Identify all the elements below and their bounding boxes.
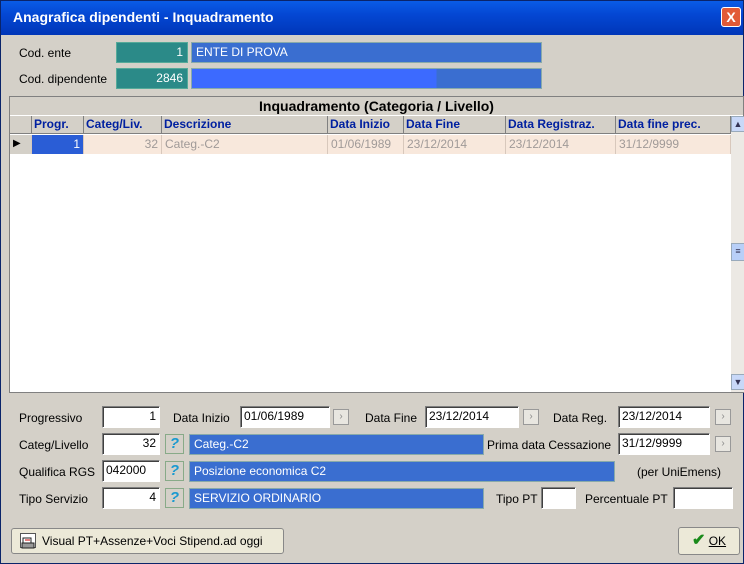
visual-pt-button[interactable]: Visual PT+Assenze+Voci Stipend.ad oggi xyxy=(11,528,284,554)
cell-descrizione[interactable]: Categ.-C2 xyxy=(162,135,328,154)
categ-description-field: Categ.-C2 xyxy=(189,434,484,455)
progressivo-label: Progressivo xyxy=(19,411,83,425)
inquadramento-grid[interactable]: Inquadramento (Categoria / Livello) Prog… xyxy=(9,96,744,393)
col-data-registraz[interactable]: Data Registraz. xyxy=(506,116,616,134)
scroll-up-icon[interactable]: ▲ xyxy=(731,116,744,132)
tipo-servizio-label: Tipo Servizio xyxy=(19,492,88,506)
scroll-thumb[interactable]: ≡ xyxy=(731,243,744,261)
prima-cessazione-picker-icon[interactable]: › xyxy=(715,436,731,452)
data-reg-picker-icon[interactable]: › xyxy=(715,409,731,425)
scroll-down-icon[interactable]: ▼ xyxy=(731,374,744,390)
main-window: Anagrafica dipendenti - Inquadramento X … xyxy=(0,0,744,564)
data-fine-field[interactable]: 23/12/2014 xyxy=(425,406,519,428)
data-reg-label: Data Reg. xyxy=(553,411,608,425)
vertical-scrollbar[interactable]: ▲ ≡ ▼ xyxy=(731,116,744,392)
uniemens-label: (per UniEmens) xyxy=(637,465,722,479)
cell-data-registraz[interactable]: 23/12/2014 xyxy=(506,135,616,154)
qualifica-lookup-help-icon[interactable]: ? xyxy=(165,461,184,481)
tipo-servizio-description-field: SERVIZIO ORDINARIO xyxy=(189,488,484,509)
qualifica-field[interactable]: 042000 xyxy=(102,460,160,482)
categ-field[interactable]: 32 xyxy=(102,433,160,455)
tipo-pt-field[interactable] xyxy=(541,487,576,509)
visual-pt-label: Visual PT+Assenze+Voci Stipend.ad oggi xyxy=(42,534,263,548)
tipo-servizio-field[interactable]: 4 xyxy=(102,487,160,509)
col-data-fine-prec[interactable]: Data fine prec. xyxy=(616,116,731,134)
title-bar[interactable]: Anagrafica dipendenti - Inquadramento X xyxy=(1,1,743,35)
cell-data-inizio[interactable]: 01/06/1989 xyxy=(328,135,404,154)
col-progr[interactable]: Progr. xyxy=(32,116,84,134)
close-button[interactable]: X xyxy=(721,7,741,27)
data-inizio-field[interactable]: 01/06/1989 xyxy=(240,406,330,428)
grid-indicator-header xyxy=(10,116,32,134)
col-data-fine[interactable]: Data Fine xyxy=(404,116,506,134)
grid-title: Inquadramento (Categoria / Livello) xyxy=(10,97,743,115)
progressivo-field[interactable]: 1 xyxy=(102,406,160,428)
tipo-pt-label: Tipo PT xyxy=(496,492,538,506)
prima-cessazione-field[interactable]: 31/12/9999 xyxy=(618,433,710,455)
prima-cessazione-label: Prima data Cessazione xyxy=(487,438,612,452)
dipendente-name-field xyxy=(191,68,542,89)
dipendente-label: Cod. dipendente xyxy=(19,72,108,86)
row-indicator-icon: ▶ xyxy=(10,135,32,154)
ente-label: Cod. ente xyxy=(19,46,72,60)
dipendente-code-field: 2846 xyxy=(116,68,188,89)
percentuale-pt-field[interactable] xyxy=(673,487,733,509)
qualifica-label: Qualifica RGS xyxy=(19,465,96,479)
ok-button[interactable]: ✔ OK xyxy=(678,527,740,555)
data-fine-picker-icon[interactable]: › xyxy=(523,409,539,425)
data-reg-field[interactable]: 23/12/2014 xyxy=(618,406,710,428)
cell-data-fine[interactable]: 23/12/2014 xyxy=(404,135,506,154)
percentuale-pt-label: Percentuale PT xyxy=(585,492,668,506)
ok-label: OK xyxy=(708,534,727,548)
ente-name-field: ENTE DI PROVA xyxy=(191,42,542,63)
printer-document-icon xyxy=(20,533,36,549)
col-categ[interactable]: Categ/Liv. xyxy=(84,116,162,134)
qualifica-description-field: Posizione economica C2 xyxy=(189,461,615,482)
col-data-inizio[interactable]: Data Inizio xyxy=(328,116,404,134)
data-inizio-label: Data Inizio xyxy=(173,411,230,425)
data-fine-label: Data Fine xyxy=(365,411,418,425)
window-title: Anagrafica dipendenti - Inquadramento xyxy=(13,9,274,25)
cell-data-fine-prec[interactable]: 31/12/9999 xyxy=(616,135,731,154)
checkmark-icon: ✔ xyxy=(691,532,706,549)
categ-label: Categ/Livello xyxy=(19,438,89,452)
tipo-servizio-lookup-help-icon[interactable]: ? xyxy=(165,488,184,508)
cell-categ[interactable]: 32 xyxy=(84,135,162,154)
ente-code-field: 1 xyxy=(116,42,188,63)
data-inizio-picker-icon[interactable]: › xyxy=(333,409,349,425)
categ-lookup-help-icon[interactable]: ? xyxy=(165,434,184,454)
col-descrizione[interactable]: Descrizione xyxy=(162,116,328,134)
cell-progr[interactable]: 1 xyxy=(32,135,84,154)
